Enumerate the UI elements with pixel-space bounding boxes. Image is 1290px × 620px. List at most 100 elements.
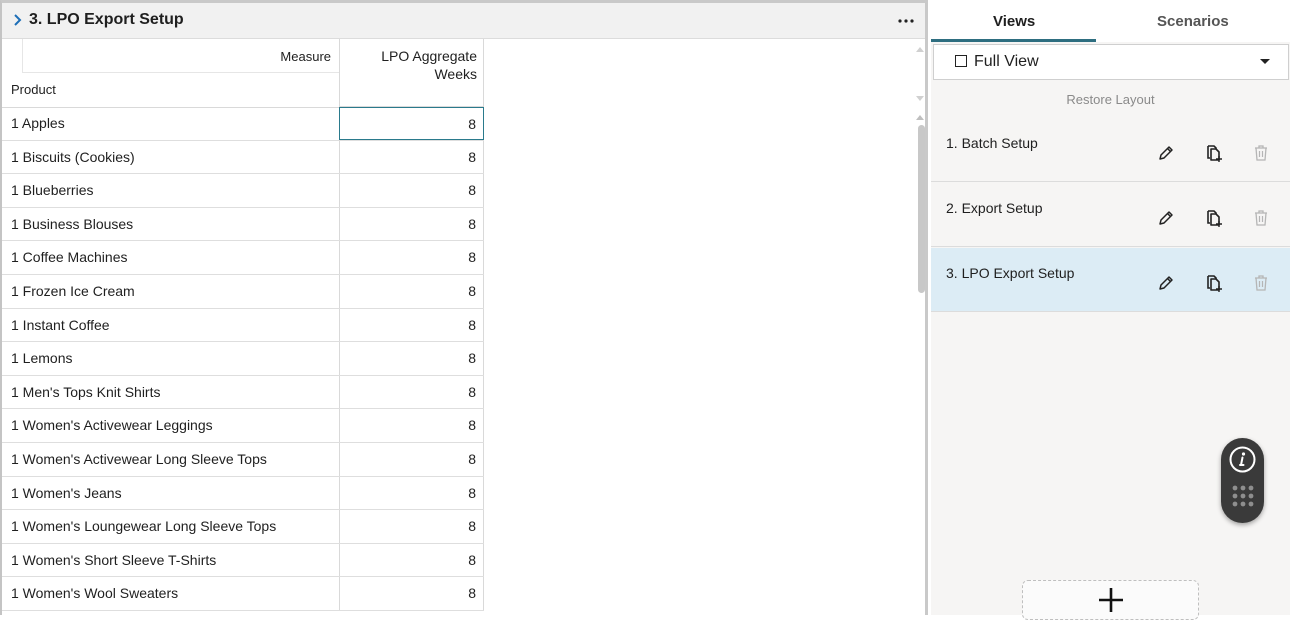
value-cell[interactable]: 8 [339,510,484,543]
cell-value: 8 [468,116,476,132]
view-item-batch-setup[interactable]: 1. Batch Setup [931,118,1290,182]
view-item-label: 2. Export Setup [946,200,1043,216]
vertical-scrollbar-thumb[interactable] [918,125,925,293]
table-row: 1 Men's Tops Knit Shirts 8 [2,375,484,410]
table-row: 1 Biscuits (Cookies) 8 [2,140,484,175]
plus-icon [1099,588,1123,612]
add-view-button[interactable] [1022,580,1199,620]
cell-value: 8 [468,383,476,400]
apps-grid-icon[interactable] [1231,484,1255,508]
trash-icon [1255,210,1267,226]
active-tab-indicator [931,39,1096,42]
table-row: 1 Women's Short Sleeve T-Shirts 8 [2,543,484,578]
measure-dimension-label[interactable]: Measure [280,49,331,64]
cell-value: 8 [468,450,476,467]
table-row: 1 Lemons 8 [2,342,484,376]
table-row: 1 Blueberries 8 [2,174,484,208]
value-cell[interactable]: 8 [339,207,484,241]
row-product-label[interactable]: 1 Instant Coffee [11,317,110,333]
value-cell[interactable]: 8 [339,375,484,409]
copy-icon[interactable] [1204,273,1224,293]
table-row: 1 Coffee Machines 8 [2,241,484,275]
column-header-lpo-aggregate-weeks[interactable]: LPO Aggregate Weeks [340,39,484,107]
cell-value: 8 [468,316,476,333]
table-row: 1 Women's Activewear Long Sleeve Tops 8 [2,442,484,477]
row-product-label[interactable]: 1 Biscuits (Cookies) [11,149,135,165]
value-cell[interactable]: 8 [339,476,484,510]
value-cell[interactable]: 8 [339,543,484,577]
row-product-label[interactable]: 1 Apples [11,115,65,131]
row-product-label[interactable]: 1 Women's Activewear Leggings [11,417,213,433]
cell-value: 8 [468,585,476,602]
chevron-right-icon[interactable] [12,13,24,27]
row-product-label[interactable]: 1 Women's Activewear Long Sleeve Tops [11,451,267,467]
row-product-label[interactable]: 1 Blueberries [11,182,94,198]
table-row: 1 Women's Loungewear Long Sleeve Tops 8 [2,510,484,544]
more-options-icon[interactable] [895,13,917,29]
product-dimension-label[interactable]: Product [11,82,56,97]
view-item-lpo-export-setup[interactable]: 3. LPO Export Setup [931,248,1290,312]
cell-value: 8 [468,484,476,501]
tab-scenarios[interactable]: Scenarios [1157,13,1229,30]
cell-value: 8 [468,148,476,165]
pencil-icon[interactable] [1157,144,1175,162]
value-cell[interactable]: 8 [339,442,484,476]
grid-corner-header: Measure Product [2,39,340,108]
scroll-down-arrow-icon[interactable] [915,95,925,103]
cell-value: 8 [468,182,476,199]
info-icon[interactable] [1228,445,1257,474]
row-product-label[interactable]: 1 Lemons [11,350,72,366]
value-cell[interactable]: 8 [339,174,484,207]
value-cell[interactable]: 8 [339,342,484,375]
view-select-label: Full View [974,53,1039,70]
table-row: 1 Women's Jeans 8 [2,476,484,511]
value-cell[interactable]: 8 [339,409,484,442]
table-row: 1 Frozen Ice Cream 8 [2,274,484,309]
copy-icon[interactable] [1204,208,1224,228]
cell-value: 8 [468,249,476,266]
row-product-label[interactable]: 1 Coffee Machines [11,249,127,265]
row-product-label[interactable]: 1 Women's Jeans [11,485,122,501]
cell-value: 8 [468,518,476,535]
sidebar-tabs: Views Scenarios [931,0,1290,42]
floating-assistant-widget [1221,438,1264,523]
view-item-label: 3. LPO Export Setup [946,265,1075,281]
table-row: 1 Instant Coffee 8 [2,308,484,343]
pencil-icon[interactable] [1157,209,1175,227]
restore-layout-button[interactable]: Restore Layout [931,92,1290,107]
value-cell[interactable]: 8 [339,241,484,274]
value-cell[interactable]: 8 [339,140,484,174]
trash-icon [1255,145,1267,161]
row-product-label[interactable]: 1 Men's Tops Knit Shirts [11,384,160,400]
caret-down-icon [1260,59,1270,64]
panel-header: 3. LPO Export Setup [2,3,925,39]
value-cell[interactable]: 8 [339,107,484,140]
table-row: 1 Apples 8 [2,107,484,141]
views-sidebar: Views Scenarios Full View Restore Layout… [931,0,1290,615]
copy-icon[interactable] [1204,143,1224,163]
cell-value: 8 [468,282,476,299]
tab-views[interactable]: Views [993,13,1035,30]
view-select-dropdown[interactable]: Full View [933,44,1289,80]
column-header-label: LPO Aggregate Weeks [381,48,477,82]
pencil-icon[interactable] [1157,274,1175,292]
trash-icon [1255,275,1267,291]
row-product-label[interactable]: 1 Frozen Ice Cream [11,283,135,299]
table-row: 1 Women's Wool Sweaters 8 [2,577,484,611]
row-product-label[interactable]: 1 Women's Short Sleeve T-Shirts [11,552,216,568]
row-product-label[interactable]: 1 Women's Loungewear Long Sleeve Tops [11,518,276,534]
view-item-label: 1. Batch Setup [946,135,1038,151]
value-cell[interactable]: 8 [339,274,484,308]
row-product-label[interactable]: 1 Business Blouses [11,216,133,232]
panel-title: 3. LPO Export Setup [29,11,184,28]
cell-value: 8 [468,350,476,367]
scroll-up-arrow-icon[interactable] [915,45,925,53]
table-row: 1 Business Blouses 8 [2,207,484,242]
scroll-up-arrow-icon[interactable] [915,113,925,121]
cell-value: 8 [468,215,476,232]
worksheet-panel: 3. LPO Export Setup Measure Product LPO … [0,0,928,615]
value-cell[interactable]: 8 [339,308,484,342]
row-product-label[interactable]: 1 Women's Wool Sweaters [11,585,178,601]
value-cell[interactable]: 8 [339,577,484,610]
view-item-export-setup[interactable]: 2. Export Setup [931,183,1290,247]
